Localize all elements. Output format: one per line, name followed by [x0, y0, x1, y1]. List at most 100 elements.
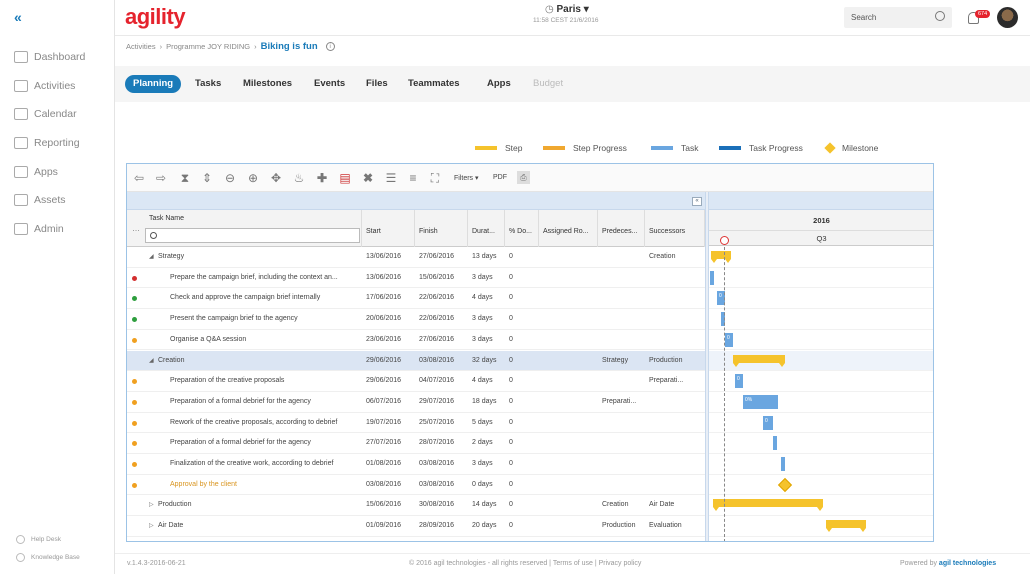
expand-toggle-icon[interactable]: ▷	[149, 516, 154, 536]
cell-pred[interactable]	[602, 268, 643, 288]
task-bar[interactable]: 0	[735, 374, 743, 389]
cell-assigned[interactable]	[543, 475, 596, 495]
indent-icon[interactable]: ☰	[385, 172, 397, 184]
cell-finish[interactable]: 03/08/2016	[419, 351, 466, 371]
table-row[interactable]: Preparation of a formal debrief for the …	[127, 433, 705, 454]
collapse-sidebar-icon[interactable]: «	[14, 9, 22, 25]
task-name[interactable]: Present the campaign brief to the agency	[170, 309, 359, 329]
cell-start[interactable]: 20/06/2016	[366, 309, 413, 329]
cell-duration[interactable]: 14 days	[472, 495, 503, 515]
step-bar[interactable]	[713, 499, 823, 512]
cell-start[interactable]: 15/06/2016	[366, 495, 413, 515]
task-name[interactable]: Production	[158, 495, 359, 515]
breadcrumb-item-activities[interactable]: Activities	[126, 42, 156, 51]
cell-finish[interactable]: 22/06/2016	[419, 288, 466, 308]
tab-apps[interactable]: Apps	[487, 75, 511, 93]
cell-pred[interactable]	[602, 433, 643, 453]
cell-succ[interactable]	[649, 475, 703, 495]
milestone-marker[interactable]	[777, 477, 793, 492]
task-name[interactable]: Strategy	[158, 247, 359, 267]
city-selector[interactable]: ◷ Paris ▾	[545, 4, 589, 15]
table-row[interactable]: Preparation of a formal debrief for the …	[127, 392, 705, 413]
cell-pct[interactable]: 0	[509, 454, 537, 474]
cell-succ[interactable]	[649, 413, 703, 433]
sidebar-link-knowledge-base[interactable]: Knowledge Base	[16, 553, 80, 562]
sidebar-item-reporting[interactable]: Reporting	[14, 135, 80, 151]
cell-start[interactable]: 01/08/2016	[366, 454, 413, 474]
cell-pct[interactable]: 0	[509, 433, 537, 453]
cell-duration[interactable]: 18 days	[472, 392, 503, 412]
expand-toggle-icon[interactable]: ◢	[149, 247, 154, 267]
cell-pred[interactable]: Strategy	[602, 351, 643, 371]
task-name[interactable]: Preparation of the creative proposals	[170, 371, 359, 391]
cell-succ[interactable]: Evaluation	[649, 516, 703, 536]
cell-succ[interactable]: Production	[649, 351, 703, 371]
column-header-6[interactable]: Predeces...	[598, 210, 645, 247]
cell-finish[interactable]: 28/07/2016	[419, 433, 466, 453]
cell-finish[interactable]: 29/07/2016	[419, 392, 466, 412]
cell-finish[interactable]: 27/06/2016	[419, 247, 466, 267]
task-name[interactable]: Preparation of a formal debrief for the …	[170, 392, 359, 412]
cell-finish[interactable]: 03/08/2016	[419, 454, 466, 474]
table-row[interactable]: Preparation of the creative proposals 29/…	[127, 371, 705, 392]
cell-duration[interactable]: 2 days	[472, 433, 503, 453]
cell-pct[interactable]: 0	[509, 516, 537, 536]
table-row[interactable]: Rework of the creative proposals, accord…	[127, 413, 705, 434]
cell-succ[interactable]	[649, 392, 703, 412]
cell-duration[interactable]: 3 days	[472, 330, 503, 350]
info-icon[interactable]: i	[325, 42, 335, 51]
column-header-2[interactable]: Finish	[415, 210, 468, 247]
cell-pred[interactable]	[602, 475, 643, 495]
cell-pct[interactable]: 0	[509, 371, 537, 391]
task-name[interactable]: Check and approve the campaign brief int…	[170, 288, 359, 308]
cell-pct[interactable]: 0	[509, 392, 537, 412]
cell-pct[interactable]: 0	[509, 330, 537, 350]
cell-pred[interactable]: Production	[602, 516, 643, 536]
collapse-all-icon[interactable]: ⧗	[179, 172, 191, 184]
row-menu-icon[interactable]: …	[132, 224, 140, 233]
table-row[interactable]: Finalization of the creative work, accor…	[127, 454, 705, 475]
cell-succ[interactable]: Preparati...	[649, 371, 703, 391]
cell-finish[interactable]: 15/06/2016	[419, 268, 466, 288]
tab-files[interactable]: Files	[366, 75, 388, 93]
task-bar[interactable]	[773, 436, 777, 451]
task-name[interactable]: Prepare the campaign brief, including th…	[170, 268, 359, 288]
cell-assigned[interactable]	[543, 516, 596, 536]
column-header-3[interactable]: Durat...	[468, 210, 505, 247]
cell-finish[interactable]: 03/08/2016	[419, 475, 466, 495]
sidebar-link-help-desk[interactable]: Help Desk	[16, 535, 61, 544]
cell-succ[interactable]	[649, 433, 703, 453]
cell-duration[interactable]: 20 days	[472, 516, 503, 536]
cell-succ[interactable]	[649, 454, 703, 474]
powered-by[interactable]: Powered by agil technologies	[900, 560, 996, 567]
cell-start[interactable]: 13/06/2016	[366, 268, 413, 288]
tab-events[interactable]: Events	[314, 75, 345, 93]
cell-finish[interactable]: 27/06/2016	[419, 330, 466, 350]
sidebar-item-calendar[interactable]: Calendar	[14, 106, 77, 122]
cell-pred[interactable]: Creation	[602, 495, 643, 515]
cell-duration[interactable]: 4 days	[472, 371, 503, 391]
table-row[interactable]: Prepare the campaign brief, including th…	[127, 268, 705, 289]
cell-finish[interactable]: 04/07/2016	[419, 371, 466, 391]
cell-assigned[interactable]	[543, 392, 596, 412]
task-bar[interactable]: 0%	[743, 394, 778, 409]
table-row[interactable]: Check and approve the campaign brief int…	[127, 288, 705, 310]
zoom-in-icon[interactable]: ⊕	[247, 172, 259, 184]
task-bar[interactable]	[710, 270, 714, 285]
cell-succ[interactable]	[649, 288, 703, 308]
cell-start[interactable]: 29/06/2016	[366, 351, 413, 371]
cell-assigned[interactable]	[543, 268, 596, 288]
cell-pct[interactable]: 0	[509, 413, 537, 433]
sidebar-item-activities[interactable]: Activities	[14, 78, 75, 94]
task-name[interactable]: Air Date	[158, 516, 359, 536]
table-row[interactable]: Organise a Q&A session 23/06/2016 27/06/20…	[127, 330, 705, 351]
arrow-right-icon[interactable]: ⇨	[155, 172, 167, 184]
cell-pred[interactable]	[602, 247, 643, 267]
move-icon[interactable]: ✥	[270, 172, 282, 184]
expand-all-icon[interactable]: ⇕	[201, 172, 213, 184]
table-row[interactable]: Approval by the client 03/08/2016 03/08/20…	[127, 475, 705, 496]
copyright-text[interactable]: © 2016 agil technologies - all rights re…	[409, 560, 641, 567]
cell-duration[interactable]: 4 days	[472, 288, 503, 308]
task-name[interactable]: Creation	[158, 351, 359, 371]
cell-duration[interactable]: 5 days	[472, 413, 503, 433]
